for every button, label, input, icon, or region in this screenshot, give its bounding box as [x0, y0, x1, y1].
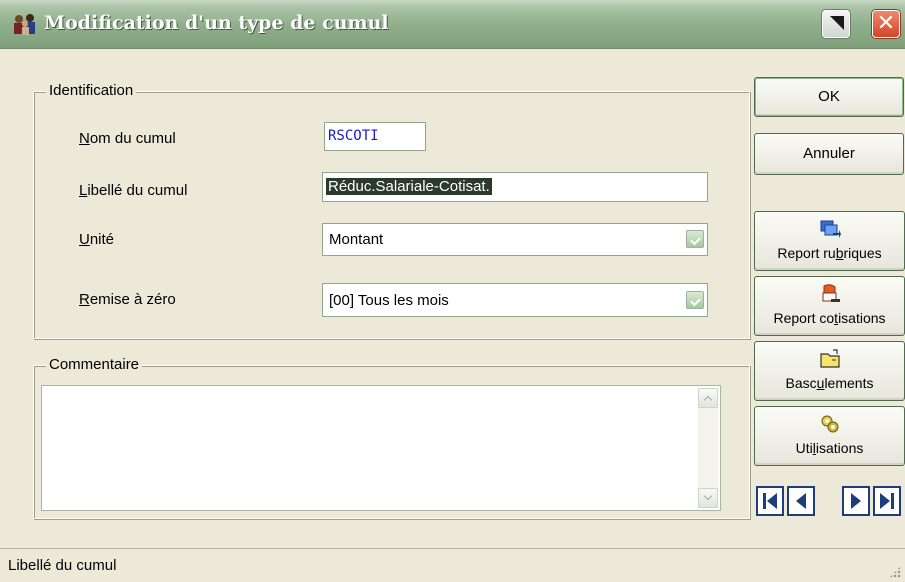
identification-legend: Identification	[46, 82, 137, 99]
scroll-up-icon[interactable]	[698, 388, 718, 408]
title-bar[interactable]: Modification d'un type de cumul ✕	[0, 0, 905, 49]
chevron-down-icon[interactable]	[686, 230, 704, 248]
nom-label: Nom du cumul	[79, 130, 176, 147]
remise-select[interactable]: [00] Tous les mois	[322, 283, 708, 317]
scroll-down-icon[interactable]	[698, 488, 718, 508]
annuler-button[interactable]: Annuler	[754, 133, 904, 175]
next-record-icon	[851, 493, 861, 509]
next-record-button[interactable]	[842, 486, 870, 516]
last-record-button[interactable]	[873, 486, 901, 516]
previous-record-icon	[796, 493, 806, 509]
first-record-icon	[763, 493, 777, 509]
libelle-label: Libellé du cumul	[79, 182, 188, 199]
vertical-scrollbar[interactable]	[698, 388, 718, 508]
minimize-button[interactable]	[822, 10, 850, 38]
report-cotisations-icon	[822, 284, 840, 302]
status-bar: Libellé du cumul	[0, 548, 905, 582]
remise-value: [00] Tous les mois	[329, 292, 449, 309]
first-record-button[interactable]	[756, 486, 784, 516]
ok-button[interactable]: OK	[754, 77, 904, 117]
libelle-field[interactable]: Réduc.Salariale-Cotisat.	[322, 172, 708, 202]
commentaire-textarea[interactable]	[41, 385, 721, 511]
unite-value: Montant	[329, 231, 384, 248]
users-icon	[14, 14, 35, 35]
remise-label: Remise à zéro	[79, 291, 176, 308]
report-rubriques-icon	[820, 220, 841, 238]
nom-field[interactable]: RSCOTI	[324, 122, 426, 151]
report-cotisations-button[interactable]: Report cotisations	[754, 276, 905, 336]
utilisations-button[interactable]: Utilisations	[754, 406, 905, 466]
resize-grip-icon[interactable]	[889, 566, 901, 578]
status-text: Libellé du cumul	[8, 557, 117, 574]
last-record-icon	[880, 493, 894, 509]
close-button[interactable]: ✕	[872, 10, 900, 38]
unite-select[interactable]: Montant	[322, 223, 708, 256]
nom-value: RSCOTI	[328, 128, 379, 144]
chevron-down-icon[interactable]	[686, 291, 704, 309]
basculements-button[interactable]: Basculements	[754, 341, 905, 401]
commentaire-legend: Commentaire	[46, 356, 143, 373]
close-icon: ✕	[876, 11, 896, 36]
basculements-icon	[819, 349, 840, 368]
unite-label: Unité	[79, 231, 115, 248]
libelle-value: Réduc.Salariale-Cotisat.	[326, 178, 492, 195]
window-title: Modification d'un type de cumul	[44, 12, 389, 34]
utilisations-icon	[821, 415, 838, 433]
report-rubriques-button[interactable]: Report rubriques	[754, 211, 905, 271]
previous-record-button[interactable]	[787, 486, 815, 516]
